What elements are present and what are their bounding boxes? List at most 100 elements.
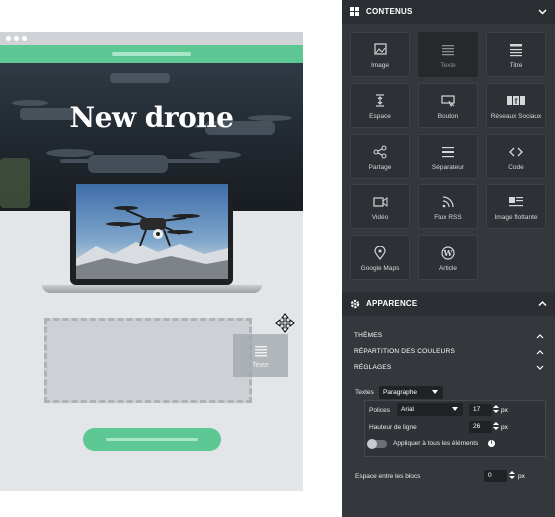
tile-video[interactable]: Vidéo [350, 184, 410, 229]
font-size-stepper[interactable] [493, 405, 499, 413]
video-icon [373, 197, 388, 207]
accordion-label: RÉGLAGES [354, 364, 392, 371]
tile-image[interactable]: Image [350, 32, 410, 77]
line-height-stepper[interactable] [493, 422, 499, 430]
code-icon [509, 147, 523, 157]
chevron-up-icon [536, 334, 544, 339]
accordion-colors[interactable]: RÉPARTITION DES COULEURS [354, 348, 544, 360]
accordion-label: RÉPARTITION DES COULEURS [354, 348, 455, 355]
text-icon [255, 346, 267, 357]
caret-down-icon [452, 407, 458, 411]
accordion-reglages[interactable]: RÉGLAGES [354, 364, 544, 376]
builder-panel: CONTENUS Image Texte Titre Espace Bouton… [342, 0, 555, 517]
chevron-down-icon [536, 365, 544, 370]
tile-partage[interactable]: Partage [350, 134, 410, 179]
map-pin-icon [374, 246, 386, 260]
space-icon [376, 94, 384, 107]
laptop-base [42, 285, 262, 293]
image-icon [374, 43, 387, 55]
tile-label: Séparateur [431, 164, 465, 171]
toggle-knob [367, 439, 377, 449]
move-cursor-icon [275, 313, 295, 333]
chevron-up-icon [538, 300, 547, 307]
tile-titre[interactable]: Titre [486, 32, 546, 77]
header-pill [112, 52, 191, 56]
contenus-title: CONTENUS [366, 7, 413, 16]
info-icon[interactable]: i [488, 440, 495, 447]
gear-icon [350, 299, 360, 309]
hero-title[interactable]: New drone [0, 101, 303, 134]
email-preview: New drone Texte [0, 32, 303, 491]
drop-zone-placeholder[interactable] [44, 318, 252, 403]
dragged-text-tile[interactable]: Texte [233, 334, 288, 377]
line-height-label: Hauteur de ligne [369, 424, 417, 431]
tile-texte[interactable]: Texte [418, 32, 478, 77]
svg-text:f: f [515, 97, 518, 106]
tile-label: Texte [440, 62, 456, 69]
apparence-header[interactable]: APPARENCE [342, 292, 555, 316]
chevron-down-icon [538, 9, 547, 15]
tile-google-maps[interactable]: Google Maps [350, 235, 410, 280]
cta-button[interactable] [83, 428, 221, 451]
tile-label: Espace [369, 113, 391, 120]
tile-image-flottante[interactable]: Image flottante [486, 184, 546, 229]
apparence-title: APPARENCE [366, 299, 418, 308]
tile-label: Bouton [437, 113, 459, 120]
separator-icon [442, 147, 454, 158]
dragged-tile-label: Texte [252, 362, 269, 369]
polices-label: Polices [369, 407, 390, 414]
cta-pill [106, 438, 198, 441]
apply-all-label: Appliquer à tous les éléments [393, 440, 479, 447]
tile-reseaux-sociaux[interactable]: f Réseaux Sociaux [486, 83, 546, 128]
tile-label: Code [508, 164, 524, 171]
contenus-header[interactable]: CONTENUS [342, 0, 555, 24]
tile-label: Google Maps [360, 265, 400, 272]
tile-label: Image [370, 62, 390, 69]
share-icon [373, 145, 387, 159]
block-spacing-input[interactable]: 0 [484, 470, 507, 482]
tile-label: Vidéo [371, 214, 389, 221]
tile-espace[interactable]: Espace [350, 83, 410, 128]
tile-label: Titre [509, 62, 523, 69]
social-icon: f [507, 96, 525, 106]
line-height-input[interactable]: 26 [469, 421, 492, 433]
button-icon [441, 95, 455, 108]
font-size-input[interactable]: 17 [469, 404, 492, 416]
font-size-unit: px [501, 407, 508, 414]
drone-photo-graphic [76, 206, 228, 279]
block-spacing-label: Espace entre les blocs [355, 473, 421, 480]
font-family-select[interactable]: Arial [397, 403, 463, 416]
tile-bouton[interactable]: Bouton [418, 83, 478, 128]
textes-select-value: Paragraphe [383, 389, 417, 396]
block-spacing-stepper[interactable] [509, 471, 515, 479]
textes-select[interactable]: Paragraphe [379, 386, 443, 399]
browser-bar [0, 32, 303, 45]
tile-label: Image flottante [494, 214, 538, 221]
accordion-label: THÈMES [354, 332, 383, 339]
text-icon [442, 45, 454, 56]
apply-all-toggle[interactable] [367, 439, 387, 449]
tile-code[interactable]: Code [486, 134, 546, 179]
title-icon [510, 44, 522, 57]
line-height-unit: px [501, 424, 508, 431]
caret-down-icon [432, 390, 438, 394]
tile-label: Partage [368, 164, 392, 171]
wordpress-icon: W [441, 246, 455, 260]
grid-icon [350, 7, 359, 16]
line-height-value: 26 [473, 423, 481, 430]
font-family-value: Arial [401, 406, 415, 413]
window-dot-icon [6, 36, 11, 41]
font-size-value: 17 [473, 406, 481, 413]
tile-flux-rss[interactable]: Flux RSS [418, 184, 478, 229]
window-dot-icon [14, 36, 19, 41]
accordion-themes[interactable]: THÈMES [354, 332, 544, 344]
window-dot-icon [22, 36, 27, 41]
header-strip[interactable] [0, 45, 303, 63]
svg-text:W: W [443, 248, 454, 258]
floating-image-icon [509, 197, 523, 207]
rss-icon [442, 196, 454, 208]
textes-label: Textes [355, 389, 374, 396]
chevron-up-icon [536, 350, 544, 355]
tile-separateur[interactable]: Séparateur [418, 134, 478, 179]
tile-article[interactable]: W Article [418, 235, 478, 280]
